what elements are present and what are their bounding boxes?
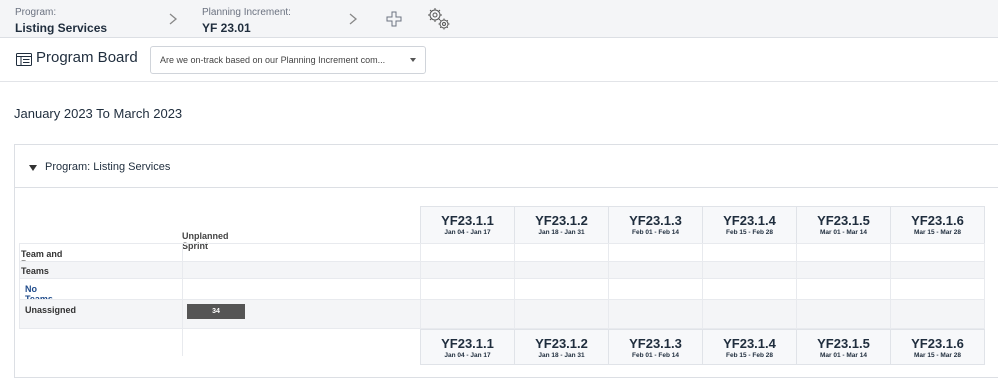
sprint-dates: Mar 15 - Mar 28 xyxy=(914,229,961,236)
column-divider xyxy=(890,243,891,333)
sprint-dates: Jan 18 - Jan 31 xyxy=(538,352,585,359)
sprint-name: YF23.1.6 xyxy=(911,213,964,228)
question-select[interactable]: Are we on-track based on our Planning In… xyxy=(150,46,426,74)
question-select-value: Are we on-track based on our Planning In… xyxy=(160,55,386,65)
sprint-name: YF23.1.2 xyxy=(535,213,588,228)
sprint-dates: Feb 15 - Feb 28 xyxy=(726,352,773,359)
plus-icon[interactable] xyxy=(386,11,402,27)
column-divider xyxy=(702,243,703,333)
teams-row xyxy=(19,261,985,279)
row-cell xyxy=(182,278,985,300)
sprint-dates: Mar 15 - Mar 28 xyxy=(914,352,961,359)
sprint-name: YF23.1.1 xyxy=(441,336,494,351)
pi-value: YF 23.01 xyxy=(202,21,251,35)
column-divider xyxy=(182,243,183,356)
sprint-header: YF23.1.5 Mar 01 - Mar 14 xyxy=(796,206,891,244)
breadcrumb-program[interactable]: Program: Listing Services xyxy=(15,7,107,36)
collapse-triangle-icon[interactable] xyxy=(29,165,37,171)
sprint-dates: Mar 01 - Mar 14 xyxy=(820,229,867,236)
sprint-header: YF23.1.2 Jan 18 - Jan 31 xyxy=(514,206,609,244)
sprint-header: YF23.1.4 Feb 15 - Feb 28 xyxy=(702,206,797,244)
caret-down-icon xyxy=(410,58,416,62)
sprint-name: YF23.1.6 xyxy=(911,336,964,351)
column-divider xyxy=(796,243,797,333)
teams-row-label: Teams xyxy=(21,266,49,276)
program-panel-title: Program: Listing Services xyxy=(45,161,171,173)
unassigned-count-badge[interactable]: 34 xyxy=(187,304,245,319)
column-divider xyxy=(420,243,421,333)
sprint-name: YF23.1.4 xyxy=(723,213,776,228)
page-title: Program Board xyxy=(36,49,138,66)
sprint-dates: Feb 15 - Feb 28 xyxy=(726,229,773,236)
top-bar: Program: Listing Services Planning Incre… xyxy=(0,0,998,38)
program-label: Program: xyxy=(15,7,57,18)
date-range: January 2023 To March 2023 xyxy=(14,106,183,121)
board-icon xyxy=(16,53,32,66)
sprint-footer: YF23.1.1 Jan 04 - Jan 17 xyxy=(420,329,515,365)
sprint-name: YF23.1.1 xyxy=(441,213,494,228)
column-divider xyxy=(514,243,515,333)
sprint-header: YF23.1.3 Feb 01 - Feb 14 xyxy=(608,206,703,244)
unassigned-row-label: Unassigned xyxy=(25,305,77,315)
sprint-name: YF23.1.3 xyxy=(629,213,682,228)
sprint-footer: YF23.1.6 Mar 15 - Mar 28 xyxy=(890,329,985,365)
sprint-dates: Feb 01 - Feb 14 xyxy=(632,352,679,359)
breadcrumb-planning-increment[interactable]: Planning Increment: YF 23.01 xyxy=(202,7,291,36)
board-header: Program Board Are we on-track based on o… xyxy=(0,38,998,82)
sprint-name: YF23.1.2 xyxy=(535,336,588,351)
sprint-name: YF23.1.3 xyxy=(629,336,682,351)
sprint-dates: Feb 01 - Feb 14 xyxy=(632,229,679,236)
sprint-footer: YF23.1.2 Jan 18 - Jan 31 xyxy=(514,329,609,365)
sprint-dates: Jan 04 - Jan 17 xyxy=(444,352,491,359)
sprint-name: YF23.1.5 xyxy=(817,213,870,228)
column-divider xyxy=(608,243,609,333)
row-cell xyxy=(182,243,421,262)
sprint-header: YF23.1.1 Jan 04 - Jan 17 xyxy=(420,206,515,244)
program-value: Listing Services xyxy=(15,21,108,35)
sprint-name: YF23.1.5 xyxy=(817,336,870,351)
sprint-footer: YF23.1.5 Mar 01 - Mar 14 xyxy=(796,329,891,365)
sprint-dates: Mar 01 - Mar 14 xyxy=(820,352,867,359)
sprint-footer: YF23.1.4 Feb 15 - Feb 28 xyxy=(702,329,797,365)
chevron-right-icon xyxy=(169,13,178,25)
unassigned-row xyxy=(19,299,985,329)
gear-icon[interactable] xyxy=(425,6,452,32)
sprint-name: YF23.1.4 xyxy=(723,336,776,351)
sprint-dates: Jan 04 - Jan 17 xyxy=(444,229,491,236)
sprint-footer: YF23.1.3 Feb 01 - Feb 14 xyxy=(608,329,703,365)
pi-label: Planning Increment: xyxy=(202,7,291,18)
chevron-right-icon xyxy=(349,13,358,25)
sprint-header: YF23.1.6 Mar 15 - Mar 28 xyxy=(890,206,985,244)
program-panel-header[interactable]: Program: Listing Services xyxy=(15,145,998,188)
sprint-dates: Jan 18 - Jan 31 xyxy=(538,229,585,236)
